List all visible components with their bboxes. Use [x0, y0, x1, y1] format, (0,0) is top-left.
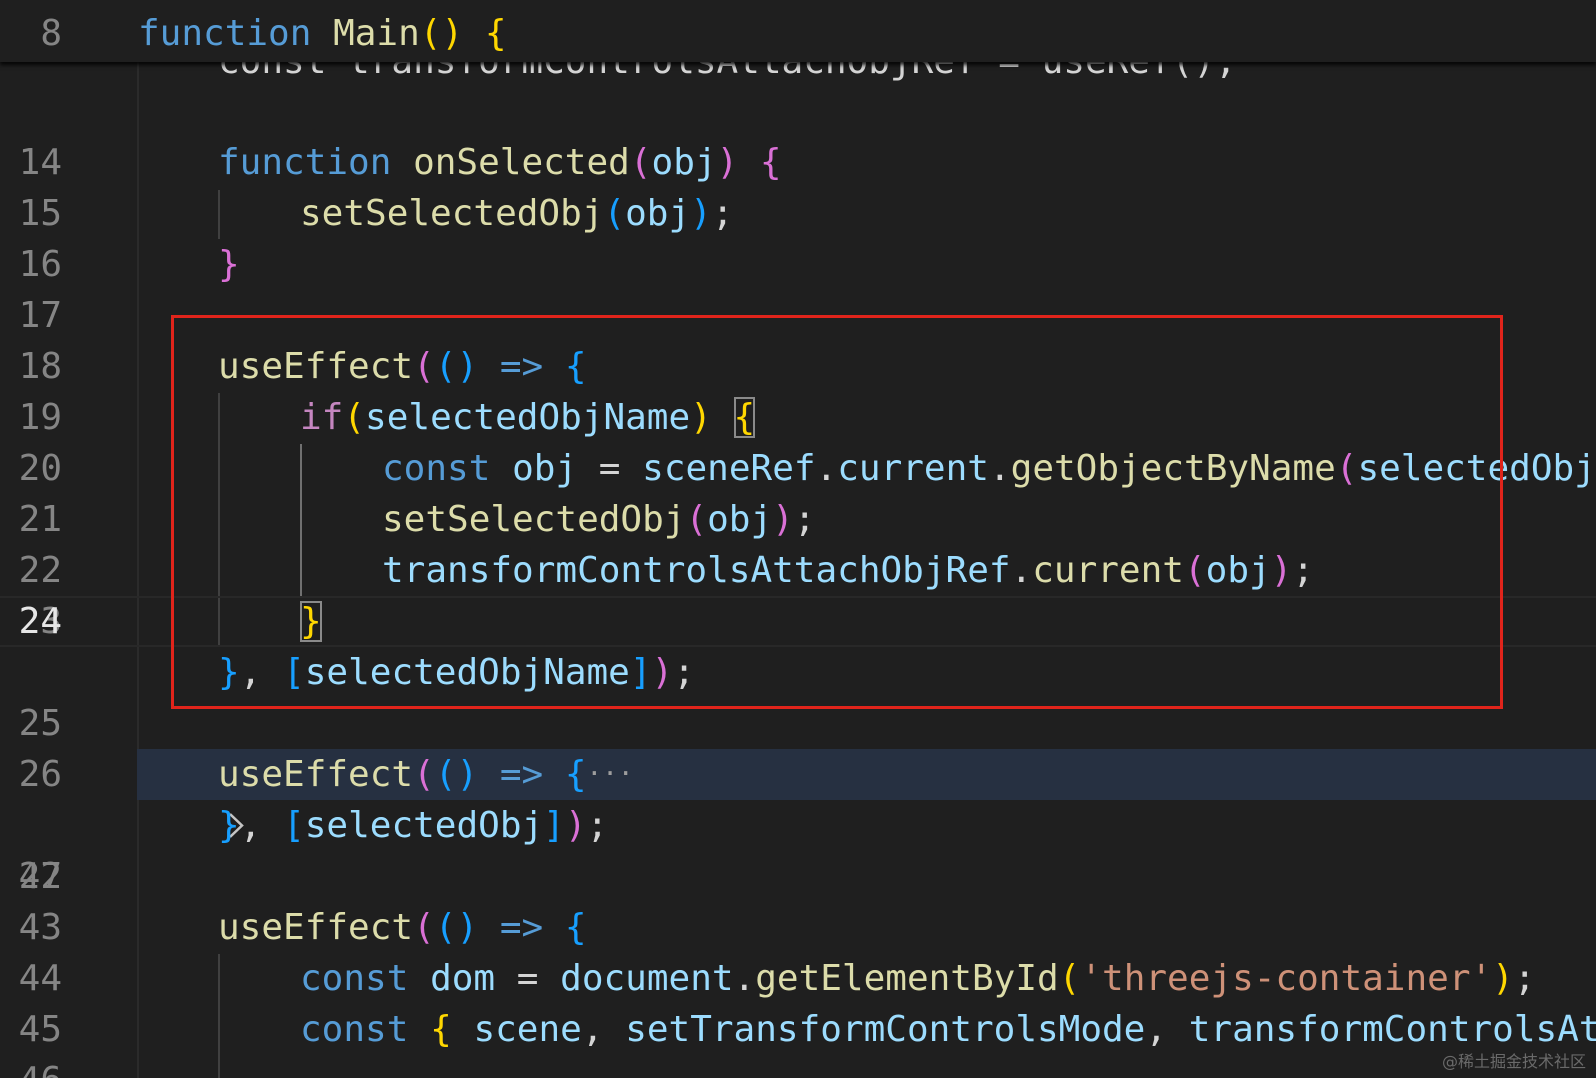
- code-text: const { scene, setTransformControlsMode,…: [300, 1009, 1596, 1050]
- code-line[interactable]: 14: [0, 86, 1596, 183]
- annotation-highlight-box: [171, 315, 1503, 709]
- code-line[interactable]: 17 }: [0, 239, 1596, 336]
- code-line[interactable]: 15 function onSelected(obj) {: [0, 137, 1596, 234]
- keyword-function: function: [138, 13, 312, 54]
- code-line[interactable]: 46 const { scene, setTransformControlsMo…: [0, 1004, 1596, 1078]
- watermark: @稀土掘金技术社区: [1441, 1052, 1586, 1071]
- code-line[interactable]: 42 }, [selectedObj]);: [0, 800, 1596, 897]
- code-text: useEffect(() => {···: [218, 754, 634, 795]
- code-line[interactable]: 44 useEffect(() => {: [0, 902, 1596, 999]
- code-text: setSelectedObj(obj);: [300, 193, 734, 234]
- code-line[interactable]: 45 const dom = document.getElementById('…: [0, 953, 1596, 1050]
- code-line-folded[interactable]: 27 useEffect(() => {···: [0, 749, 1596, 897]
- line-number: 46: [0, 1055, 62, 1078]
- fold-ellipsis-icon[interactable]: ···: [587, 759, 634, 789]
- code-text: useEffect(() => {: [218, 907, 587, 948]
- code-editor[interactable]: const transformControlsAttachObjRef = us…: [0, 0, 1596, 1078]
- fn-main: Main: [333, 13, 420, 54]
- code-text: }: [218, 244, 240, 285]
- code-text: const dom = document.getElementById('thr…: [300, 958, 1536, 999]
- line-number-active: 24: [18, 601, 62, 642]
- code-line[interactable]: 16 setSelectedObj(obj);: [0, 188, 1596, 285]
- code-text: function onSelected(obj) {: [218, 142, 782, 183]
- chevron-right-icon[interactable]: [92, 749, 244, 838]
- code-text: }, [selectedObj]);: [218, 805, 609, 846]
- sticky-scroll-header[interactable]: 8 function Main() {: [0, 0, 1596, 62]
- sticky-line-number: 8: [40, 13, 62, 54]
- sticky-code[interactable]: function Main() {: [138, 0, 507, 68]
- code-line[interactable]: 43: [0, 851, 1596, 948]
